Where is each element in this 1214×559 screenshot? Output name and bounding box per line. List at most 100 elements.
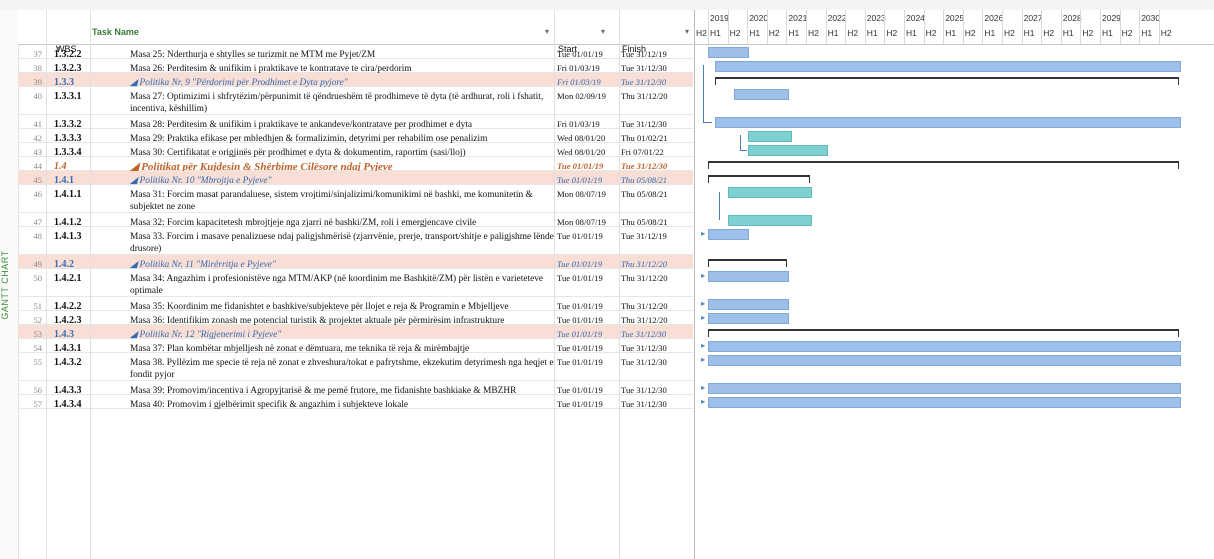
finish-cell[interactable]: Tue 31/12/19 [621, 231, 689, 241]
task-bar[interactable] [748, 145, 829, 156]
summary-bar[interactable] [708, 161, 1179, 169]
start-cell[interactable]: Mon 02/09/19 [557, 91, 619, 101]
finish-cell[interactable]: Fri 07/01/22 [621, 147, 689, 157]
start-cell[interactable]: Tue 01/01/19 [557, 343, 619, 353]
task-row[interactable]: 55 1.4.3.2 Masa 38. Pyllëzim me specie të … [18, 353, 693, 381]
finish-cell[interactable]: Thu 05/08/21 [621, 175, 689, 185]
start-cell[interactable]: Wed 08/01/20 [557, 147, 619, 157]
finish-cell[interactable]: Thu 31/12/20 [621, 259, 689, 269]
summary-bar[interactable] [708, 259, 787, 267]
task-bar[interactable] [748, 131, 792, 142]
finish-cell[interactable]: Tue 31/12/19 [621, 49, 689, 59]
start-cell[interactable]: Tue 01/01/19 [557, 161, 619, 171]
task-name-cell[interactable]: Masa 38. Pyllëzim me specie të reja në z… [130, 357, 560, 381]
summary-task-row[interactable]: 49 1.4.2 ◢ Politika Nr. 11 "Mirërritja e P… [18, 255, 693, 270]
task-bar[interactable] [708, 229, 750, 240]
finish-cell[interactable]: Tue 31/12/30 [621, 77, 689, 87]
wbs-cell[interactable]: 1.4.1.3 [54, 231, 106, 242]
task-name-cell[interactable]: Masa 27: Optimizimi i shfrytëzim/përpuni… [130, 91, 560, 115]
start-cell[interactable]: Tue 01/01/19 [557, 175, 619, 185]
start-cell[interactable]: Mon 08/07/19 [557, 189, 619, 199]
start-cell[interactable]: Tue 01/01/19 [557, 301, 619, 311]
column-header-task-name[interactable]: Task Name [92, 27, 139, 37]
finish-cell[interactable]: Thu 01/02/21 [621, 133, 689, 143]
task-bar[interactable] [728, 187, 812, 198]
task-bar[interactable] [714, 61, 1181, 72]
task-bar[interactable] [714, 117, 1181, 128]
task-bar[interactable] [734, 89, 789, 100]
task-bar[interactable] [708, 271, 789, 282]
start-cell[interactable]: Tue 01/01/19 [557, 231, 619, 241]
task-bar[interactable] [728, 215, 812, 226]
start-cell[interactable]: Mon 08/07/19 [557, 217, 619, 227]
finish-cell[interactable]: Thu 31/12/20 [621, 273, 689, 283]
finish-cell[interactable]: Thu 31/12/20 [621, 301, 689, 311]
start-cell[interactable]: Tue 01/01/19 [557, 259, 619, 269]
wbs-cell[interactable]: 1.4.2.1 [54, 273, 106, 284]
task-row[interactable]: 38 1.3.2.3 Masa 26: Perditesim & unifikim … [18, 59, 693, 74]
task-name-cell[interactable]: Masa 33. Forcim i masave penalizuese nda… [130, 231, 560, 255]
start-cell[interactable]: Tue 01/01/19 [557, 357, 619, 367]
task-name-cell[interactable]: Masa 31: Forcim masat parandaluese, sist… [130, 189, 560, 213]
task-bar[interactable] [708, 383, 1181, 394]
task-name-dropdown-icon[interactable]: ▾ [545, 27, 549, 36]
task-row[interactable]: 56 1.4.3.3 Masa 39: Promovim/incentiva i A… [18, 381, 693, 396]
task-bar[interactable] [708, 355, 1181, 366]
finish-cell[interactable]: Tue 31/12/30 [621, 357, 689, 367]
summary-task-row[interactable]: 39 1.3.3 ◢ Politika Nr. 9 "Përdorimi për P… [18, 73, 693, 88]
start-cell[interactable]: Tue 01/01/19 [557, 385, 619, 395]
start-cell[interactable]: Fri 01/03/19 [557, 77, 619, 87]
summary-task-row[interactable]: 44 1.4 ◢ Politikat për Kujdesin & Shërbime… [18, 157, 693, 173]
start-cell[interactable]: Tue 01/01/19 [557, 315, 619, 325]
summary-bar[interactable] [708, 175, 810, 183]
task-row[interactable]: 54 1.4.3.1 Masa 37: Plan kombëtar mbjellje… [18, 339, 693, 354]
finish-cell[interactable]: Thu 05/08/21 [621, 217, 689, 227]
task-row[interactable]: 50 1.4.2.1 Masa 34: Angazhim i profesionis… [18, 269, 693, 297]
task-name-cell[interactable]: Masa 34: Angazhim i profesionistëve nga … [130, 273, 560, 297]
task-row[interactable]: 37 1.3.2.2 Masa 25: Nderthurja e shtylles … [18, 45, 693, 60]
task-row[interactable]: 51 1.4.2.2 Masa 35: Koordinim me fidanisht… [18, 297, 693, 312]
gantt-bars-area[interactable]: ▸ ▸ ▸ ▸ ▸ ▸ ▸ ▸ [695, 45, 1214, 559]
task-row[interactable]: 43 1.3.3.4 Masa 30: Certifikatat e origjin… [18, 143, 693, 158]
summary-task-row[interactable]: 53 1.4.3 ◢ Politika Nr. 12 "Rigjenerimi i … [18, 325, 693, 340]
finish-cell[interactable]: Tue 31/12/30 [621, 343, 689, 353]
finish-cell[interactable]: Tue 31/12/30 [621, 63, 689, 73]
finish-cell[interactable]: Thu 31/12/20 [621, 315, 689, 325]
finish-dropdown-icon[interactable]: ▾ [685, 27, 689, 36]
wbs-cell[interactable]: 1.4.3.2 [54, 357, 106, 368]
start-cell[interactable]: Tue 01/01/19 [557, 273, 619, 283]
start-dropdown-icon[interactable]: ▾ [601, 27, 605, 36]
wbs-cell[interactable]: 1.4.3.4 [54, 399, 106, 410]
start-cell[interactable]: Tue 01/01/19 [557, 49, 619, 59]
finish-cell[interactable]: Thu 05/08/21 [621, 189, 689, 199]
wbs-cell[interactable]: 1.4.1.1 [54, 189, 106, 200]
task-row[interactable]: 40 1.3.3.1 Masa 27: Optimizimi i shfrytëzi… [18, 87, 693, 115]
view-bar[interactable]: GANTT CHART [0, 10, 19, 559]
start-cell[interactable]: Tue 01/01/19 [557, 329, 619, 339]
start-cell[interactable]: Wed 08/01/20 [557, 133, 619, 143]
task-bar[interactable] [708, 47, 750, 58]
task-row[interactable]: 57 1.4.3.4 Masa 40: Promovim i gjelbërimit… [18, 395, 693, 411]
task-bar[interactable] [708, 341, 1181, 352]
summary-bar[interactable] [708, 329, 1179, 337]
task-row[interactable]: 41 1.3.3.2 Masa 28: Perditesim & unifikim … [18, 115, 693, 130]
task-bar[interactable] [708, 313, 789, 324]
task-name-cell[interactable]: Masa 40: Promovim i gjelbërimit specifik… [130, 399, 560, 411]
task-row[interactable]: 52 1.4.2.3 Masa 36: Identifikim zonash me … [18, 311, 693, 326]
task-bar[interactable] [708, 397, 1181, 408]
wbs-cell[interactable]: 1.3.3.1 [54, 91, 106, 102]
task-bar[interactable] [708, 299, 789, 310]
task-row[interactable]: 47 1.4.1.2 Masa 32: Forcim kapacitetesh mb… [18, 213, 693, 228]
finish-cell[interactable]: Tue 31/12/30 [621, 329, 689, 339]
finish-cell[interactable]: Tue 31/12/30 [621, 161, 689, 171]
summary-bar[interactable] [714, 77, 1179, 85]
start-cell[interactable]: Fri 01/03/19 [557, 119, 619, 129]
task-row[interactable]: 48 1.4.1.3 Masa 33. Forcim i masave penali… [18, 227, 693, 255]
finish-cell[interactable]: Tue 31/12/30 [621, 399, 689, 409]
task-row[interactable]: 42 1.3.3.3 Masa 29: Praktika efikase per m… [18, 129, 693, 144]
finish-cell[interactable]: Thu 31/12/20 [621, 91, 689, 101]
finish-cell[interactable]: Tue 31/12/30 [621, 385, 689, 395]
finish-cell[interactable]: Tue 31/12/30 [621, 119, 689, 129]
start-cell[interactable]: Tue 01/01/19 [557, 399, 619, 409]
start-cell[interactable]: Fri 01/03/19 [557, 63, 619, 73]
